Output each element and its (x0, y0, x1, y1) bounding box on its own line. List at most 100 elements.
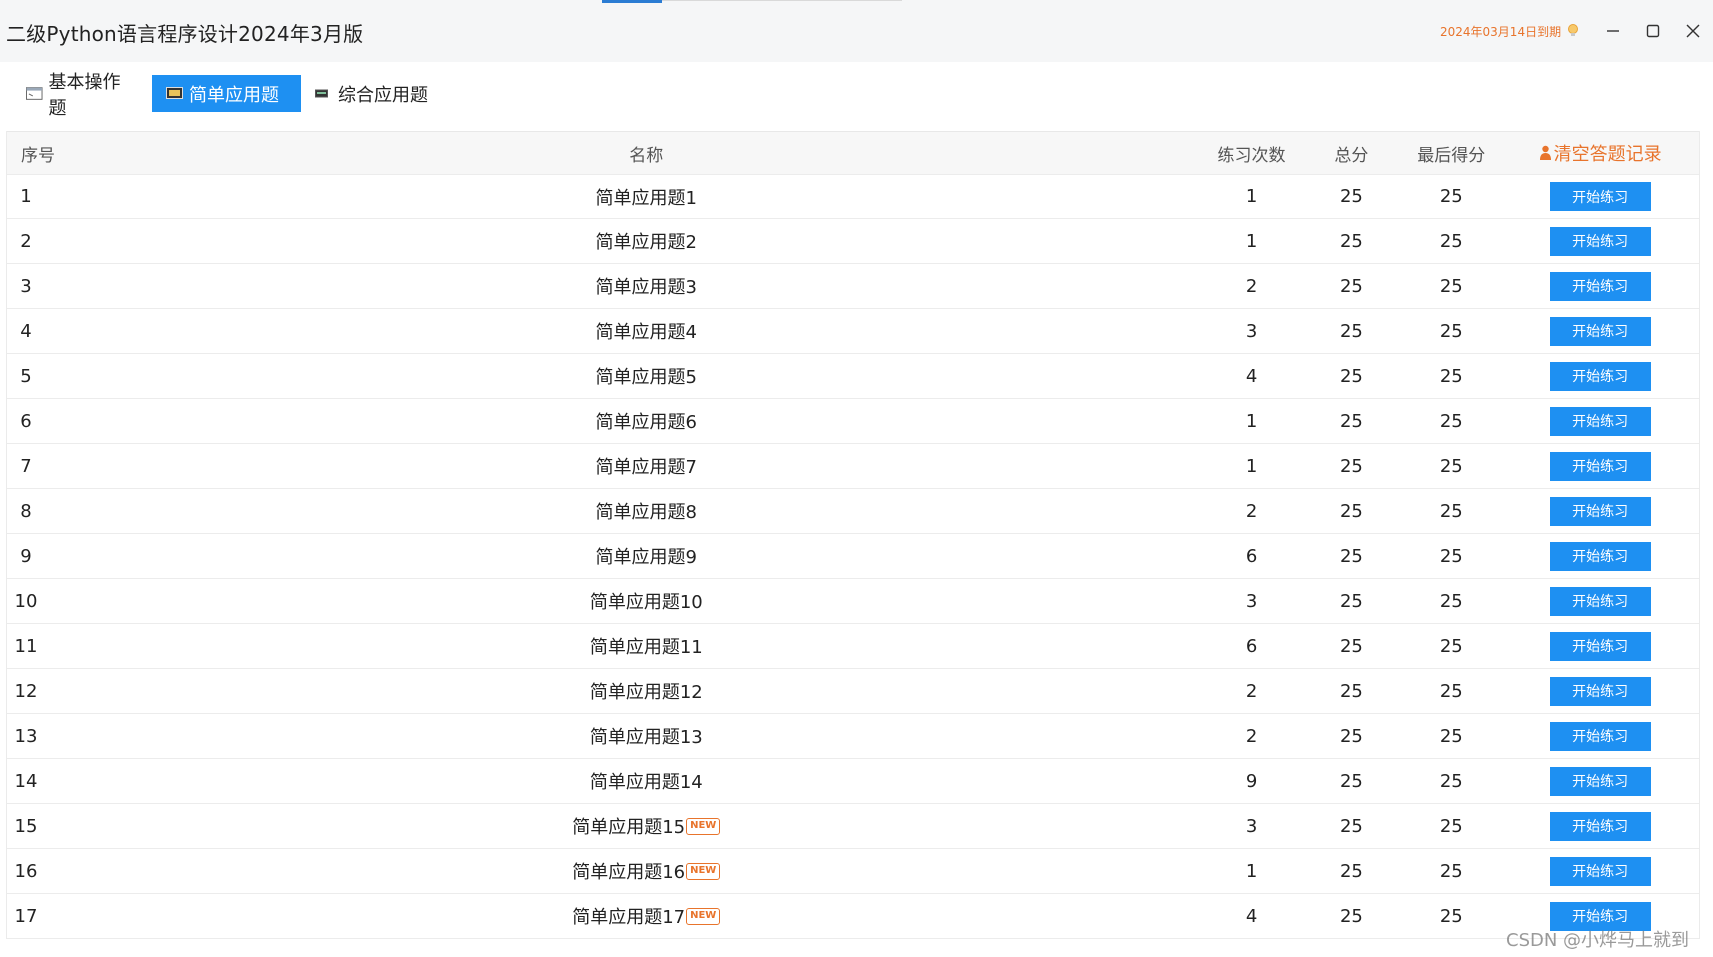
start-practice-button[interactable]: 开始练习 (1549, 271, 1651, 301)
app-title: 二级Python语言程序设计2024年3月版 (6, 22, 364, 46)
close-button[interactable] (1678, 17, 1708, 45)
maximize-button[interactable] (1638, 17, 1668, 45)
row-action: 开始练习 (1501, 226, 1699, 256)
row-index: 3 (20, 275, 32, 297)
row-last-score: 25 (1439, 905, 1463, 927)
header-action: 清空答题记录 (1501, 140, 1699, 166)
row-name-text: 简单应用题14 (589, 772, 703, 793)
start-practice-button[interactable]: 开始练习 (1549, 811, 1651, 841)
start-practice-button[interactable]: 开始练习 (1549, 406, 1651, 436)
tab-simple-application[interactable]: 简单应用题 (152, 75, 301, 112)
minimize-icon (1607, 30, 1619, 32)
table-body: 1 简单应用题1 1 25 25 开始练习 2 简单应用题2 1 25 25 开始练习 3 简单应用题3 2… (7, 174, 1699, 939)
new-badge: NEW (686, 862, 721, 880)
table-row: 9 简单应用题9 6 25 25 开始练习 (7, 534, 1699, 579)
row-index: 12 (14, 680, 38, 702)
row-last-score: 25 (1439, 770, 1463, 792)
row-total-score: 25 (1339, 860, 1363, 882)
title-divider (662, 0, 902, 1)
row-last-score: 25 (1439, 725, 1463, 747)
row-last-score: 25 (1439, 230, 1463, 252)
row-name: 简单应用题13 (91, 723, 1202, 749)
row-total-score: 25 (1339, 500, 1363, 522)
row-last-score: 25 (1439, 186, 1463, 207)
row-name: 简单应用题1 (91, 184, 1202, 210)
row-index: 5 (20, 365, 32, 387)
row-action: 开始练习 (1501, 451, 1699, 481)
row-action: 开始练习 (1501, 361, 1699, 391)
clear-records-label: 清空答题记录 (1553, 144, 1662, 165)
table-header: 序号 名称 练习次数 总分 最后得分 清空答题记录 (7, 131, 1699, 174)
start-practice-button[interactable]: 开始练习 (1549, 676, 1651, 706)
lightbulb-icon[interactable] (1566, 23, 1580, 39)
row-name: 简单应用题8 (91, 498, 1202, 524)
start-practice-button[interactable]: 开始练习 (1549, 226, 1651, 256)
row-total-score: 25 (1339, 590, 1363, 612)
row-name-text: 简单应用题10 (589, 592, 703, 613)
row-action: 开始练习 (1501, 271, 1699, 301)
start-practice-button[interactable]: 开始练习 (1549, 541, 1651, 571)
row-practice-count: 2 (1245, 680, 1258, 702)
tab-comprehensive-application[interactable]: 综合应用题 (301, 75, 451, 112)
row-name-text: 简单应用题3 (595, 277, 697, 298)
header-total-score: 总分 (1334, 145, 1369, 166)
start-practice-button[interactable]: 开始练习 (1549, 496, 1651, 526)
row-name: 简单应用题11 (91, 633, 1202, 659)
row-name: 简单应用题10 (91, 588, 1202, 614)
expiry-date: 2024年03月14日到期 (1440, 25, 1562, 39)
header-index: 序号 (21, 145, 55, 166)
table-row: 10 简单应用题10 3 25 25 开始练习 (7, 579, 1699, 624)
row-index: 17 (14, 905, 38, 927)
start-practice-button[interactable]: 开始练习 (1549, 631, 1651, 661)
table-row: 15 简单应用题15 NEW 3 25 25 开始练习 (7, 804, 1699, 849)
start-practice-button[interactable]: 开始练习 (1549, 721, 1651, 751)
start-practice-button[interactable]: 开始练习 (1549, 766, 1651, 796)
row-index: 4 (20, 320, 32, 342)
start-practice-button[interactable]: 开始练习 (1549, 182, 1651, 211)
row-practice-count: 3 (1245, 815, 1258, 837)
table-row: 8 简单应用题8 2 25 25 开始练习 (7, 489, 1699, 534)
window-icon (26, 87, 43, 100)
table-row: 12 简单应用题12 2 25 25 开始练习 (7, 669, 1699, 714)
row-action: 开始练习 (1501, 766, 1699, 796)
start-practice-button[interactable]: 开始练习 (1549, 451, 1651, 481)
row-total-score: 25 (1339, 725, 1363, 747)
row-last-score: 25 (1439, 815, 1463, 837)
row-index: 13 (14, 725, 38, 747)
row-last-score: 25 (1439, 635, 1463, 657)
row-action: 开始练习 (1501, 496, 1699, 526)
minimize-button[interactable] (1598, 17, 1628, 45)
table-row: 14 简单应用题14 9 25 25 开始练习 (7, 759, 1699, 804)
row-index: 14 (14, 770, 38, 792)
question-table: 序号 名称 练习次数 总分 最后得分 清空答题记录 1 简单应用题1 1 25 25 开始… (6, 131, 1700, 939)
row-index: 16 (14, 860, 38, 882)
row-action: 开始练习 (1501, 811, 1699, 841)
table-row: 5 简单应用题5 4 25 25 开始练习 (7, 354, 1699, 399)
start-practice-button[interactable]: 开始练习 (1549, 361, 1651, 391)
table-row: 17 简单应用题17 NEW 4 25 25 开始练习 (7, 894, 1699, 939)
row-total-score: 25 (1339, 365, 1363, 387)
row-last-score: 25 (1439, 410, 1463, 432)
row-practice-count: 1 (1245, 860, 1258, 882)
row-name: 简单应用题15 NEW (91, 813, 1202, 839)
maximize-icon (1646, 24, 1660, 38)
row-name: 简单应用题3 (91, 273, 1202, 299)
start-practice-button[interactable]: 开始练习 (1549, 856, 1651, 886)
clear-records-button[interactable]: 清空答题记录 (1539, 140, 1662, 166)
table-row: 11 简单应用题11 6 25 25 开始练习 (7, 624, 1699, 669)
table-row: 13 简单应用题13 2 25 25 开始练习 (7, 714, 1699, 759)
table-row: 7 简单应用题7 1 25 25 开始练习 (7, 444, 1699, 489)
row-action: 开始练习 (1501, 182, 1699, 211)
tab-basic-operation[interactable]: 基本操作题 (12, 72, 152, 119)
start-practice-button[interactable]: 开始练习 (1549, 316, 1651, 346)
row-last-score: 25 (1439, 590, 1463, 612)
row-name-text: 简单应用题15 (572, 817, 686, 838)
row-total-score: 25 (1339, 635, 1363, 657)
row-name-text: 简单应用题5 (595, 367, 697, 388)
row-name-text: 简单应用题8 (595, 502, 697, 523)
row-last-score: 25 (1439, 320, 1463, 342)
keyboard-icon (315, 89, 328, 98)
title-accent-line (602, 0, 662, 3)
new-badge: NEW (686, 907, 721, 925)
start-practice-button[interactable]: 开始练习 (1549, 586, 1651, 616)
